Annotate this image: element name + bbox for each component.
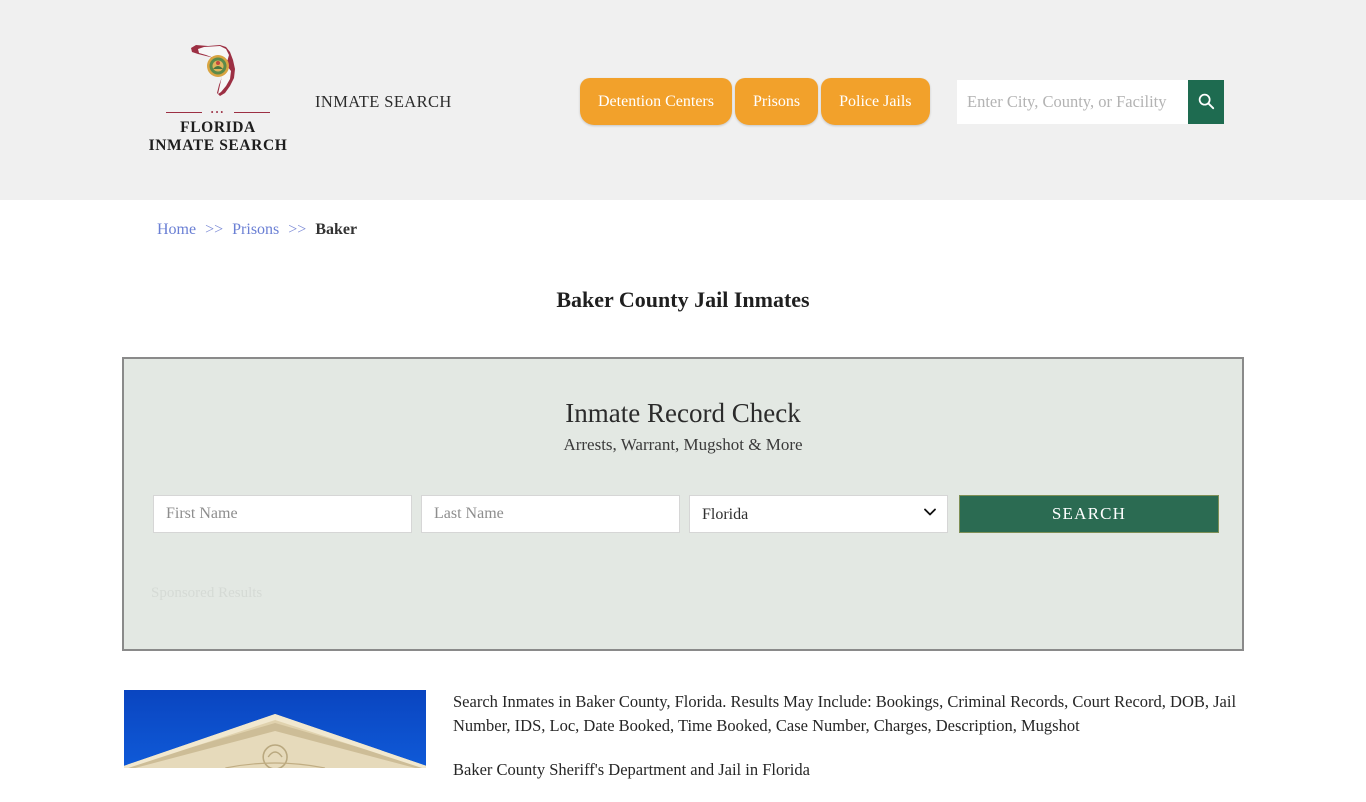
last-name-input[interactable]: [421, 495, 680, 533]
state-select[interactable]: Florida: [689, 495, 948, 533]
courthouse-thumbnail[interactable]: [124, 690, 426, 768]
breadcrumb-link-home[interactable]: Home: [157, 221, 196, 238]
primary-nav: Detention Centers Prisons Police Jails: [580, 78, 930, 125]
breadcrumb: Home >> Prisons >> Baker: [157, 221, 357, 239]
brand-divider-dots: •••: [210, 108, 226, 117]
header-tagline: INMATE SEARCH: [315, 92, 452, 111]
site-header: ••• FLORIDA INMATE SEARCH INMATE SEARCH …: [0, 0, 1366, 200]
header-search-button[interactable]: [1188, 80, 1224, 124]
nav-tab-detention-centers[interactable]: Detention Centers: [580, 78, 732, 125]
first-name-input[interactable]: [153, 495, 412, 533]
breadcrumb-link-prisons[interactable]: Prisons: [232, 221, 279, 238]
header-search-input[interactable]: [957, 80, 1188, 124]
breadcrumb-separator: >>: [205, 221, 224, 238]
florida-state-map-icon: [148, 38, 288, 104]
sponsored-results-label: Sponsored Results: [151, 585, 263, 601]
content-paragraph-1: Search Inmates in Baker County, Florida.…: [453, 692, 1237, 735]
brand-name-line1: FLORIDA: [180, 119, 256, 136]
brand-name-line2: INMATE SEARCH: [148, 137, 288, 154]
pediment-illustration: [124, 714, 426, 768]
content-text: Search Inmates in Baker County, Florida.…: [453, 690, 1254, 802]
nav-tab-prisons[interactable]: Prisons: [734, 78, 819, 125]
site-logo[interactable]: ••• FLORIDA INMATE SEARCH: [148, 38, 288, 155]
search-icon: [1197, 92, 1215, 113]
panel-search-button[interactable]: SEARCH: [959, 495, 1219, 533]
nav-tab-police-jails[interactable]: Police Jails: [821, 78, 930, 125]
brand-divider: •••: [166, 108, 270, 117]
breadcrumb-current: Baker: [315, 221, 358, 238]
panel-subtitle: Arrests, Warrant, Mugshot & More: [563, 435, 803, 454]
inmate-search-form: Florida SEARCH: [153, 495, 1219, 533]
header-search: [957, 80, 1224, 124]
page-title: Baker County Jail Inmates: [556, 286, 810, 312]
state-select-wrapper: Florida: [689, 495, 948, 533]
inmate-record-check-panel: Inmate Record Check Arrests, Warrant, Mu…: [122, 357, 1244, 651]
panel-title: Inmate Record Check: [565, 398, 801, 428]
breadcrumb-separator-2: >>: [288, 221, 307, 238]
content-paragraph-2: Baker County Sheriff's Department and Ja…: [453, 760, 810, 779]
content-row: Search Inmates in Baker County, Florida.…: [124, 690, 1254, 802]
